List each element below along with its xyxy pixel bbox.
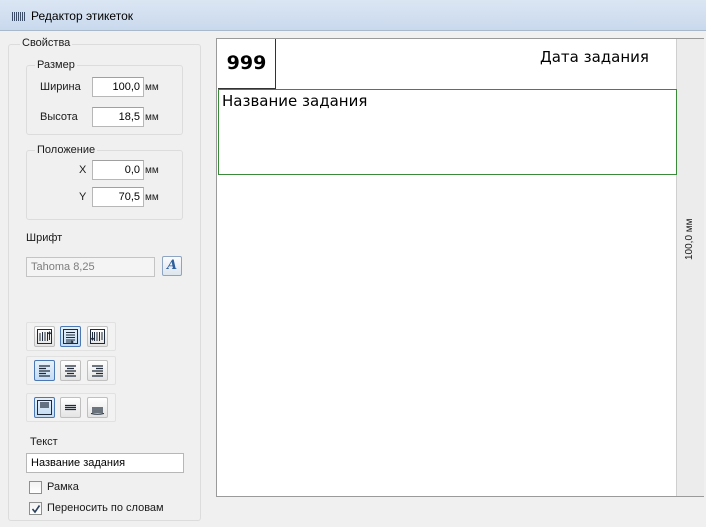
direction-button-row xyxy=(26,322,116,351)
direction-vertical-down-button[interactable] xyxy=(87,326,108,347)
height-label: Высота xyxy=(40,111,78,123)
barcode-icon xyxy=(12,12,26,21)
direction-vertical-up-button[interactable] xyxy=(34,326,55,347)
halign-button-row xyxy=(26,356,116,385)
wrap-checkbox[interactable] xyxy=(29,502,42,515)
width-input[interactable] xyxy=(92,77,144,97)
align-center-button[interactable] xyxy=(60,360,81,381)
frame-checkbox-label: Рамка xyxy=(47,481,79,493)
ruler-label: 100,0 мм xyxy=(684,218,695,260)
size-legend: Размер xyxy=(35,59,77,71)
align-left-icon xyxy=(39,365,50,377)
text-input[interactable] xyxy=(26,453,184,473)
checkmark-icon xyxy=(31,505,41,514)
wrap-checkbox-label: Переносить по словам xyxy=(47,502,164,514)
valign-top-button[interactable] xyxy=(34,397,55,418)
font-a-icon: A xyxy=(166,258,178,273)
label-field-name-selected[interactable]: Название задания xyxy=(218,89,677,175)
align-right-icon xyxy=(92,365,103,377)
font-picker-button[interactable]: A xyxy=(162,256,182,276)
title-bar: Редактор этикеток xyxy=(0,0,706,31)
height-ruler xyxy=(676,39,704,496)
valign-top-icon xyxy=(37,400,52,415)
align-right-button[interactable] xyxy=(87,360,108,381)
horizontal-text-icon xyxy=(63,329,78,344)
font-field: Tahoma 8,25 xyxy=(26,257,155,277)
font-label: Шрифт xyxy=(26,232,63,244)
y-unit: мм xyxy=(145,192,159,203)
valign-middle-icon xyxy=(65,404,76,411)
vertical-up-icon xyxy=(37,329,52,344)
frame-checkbox[interactable] xyxy=(29,481,42,494)
label-field-date[interactable]: Дата задания xyxy=(540,48,649,66)
x-label: X xyxy=(79,164,87,176)
y-label: Y xyxy=(79,191,87,203)
y-input[interactable] xyxy=(92,187,144,207)
valign-button-row xyxy=(26,393,116,422)
text-label: Текст xyxy=(30,436,58,448)
width-unit: мм xyxy=(145,82,159,93)
height-input[interactable] xyxy=(92,107,144,127)
x-unit: мм xyxy=(145,165,159,176)
valign-bottom-icon xyxy=(90,407,105,415)
valign-bottom-button[interactable] xyxy=(87,397,108,418)
direction-horizontal-button[interactable] xyxy=(60,326,81,347)
height-unit: мм xyxy=(145,112,159,123)
width-label: Ширина xyxy=(40,81,81,93)
align-center-icon xyxy=(65,365,76,377)
vertical-down-icon xyxy=(90,329,105,344)
window-title: Редактор этикеток xyxy=(31,9,133,23)
align-left-button[interactable] xyxy=(34,360,55,381)
x-input[interactable] xyxy=(92,160,144,180)
valign-middle-button[interactable] xyxy=(60,397,81,418)
position-legend: Положение xyxy=(35,144,98,156)
label-field-number[interactable]: 999 xyxy=(218,39,276,89)
properties-legend: Свойства xyxy=(20,37,73,49)
